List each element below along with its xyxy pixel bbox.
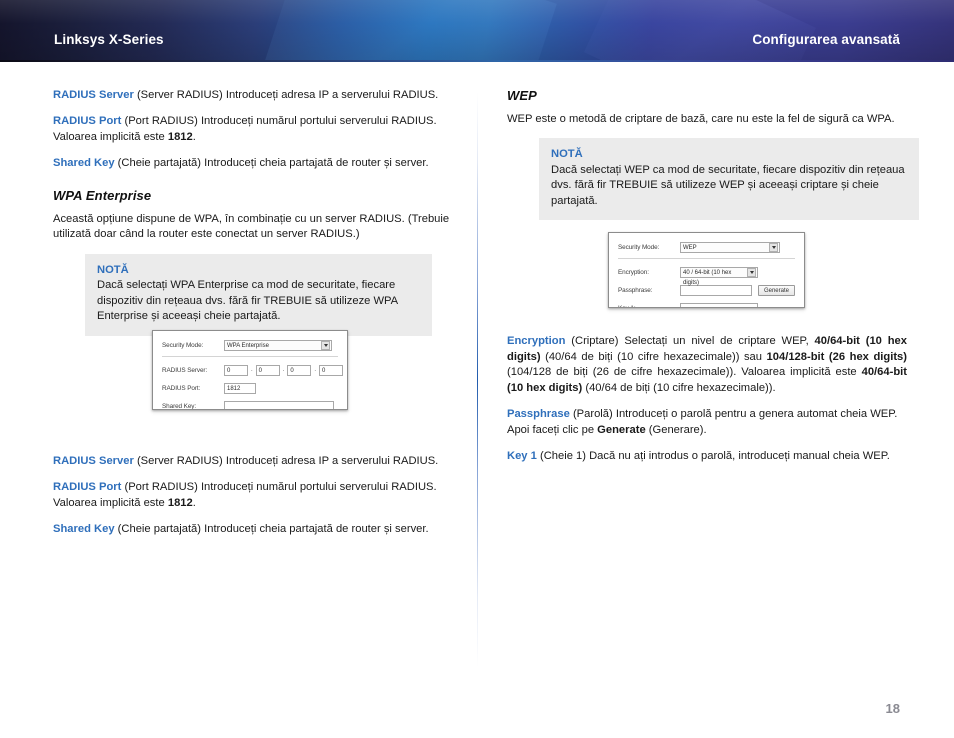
text-encryption-p3: (104/128 de biți (26 de cifre hexazecima… bbox=[507, 366, 862, 379]
screenshot-row-encryption: Encryption: 40 / 64-bit (10 hex digits) bbox=[618, 265, 795, 286]
screenshot-ip-octet-2[interactable]: 0 bbox=[255, 364, 280, 376]
product-title: Linksys X-Series bbox=[54, 32, 164, 47]
screenshot-select-encryption[interactable]: 40 / 64-bit (10 hex digits) bbox=[680, 266, 758, 286]
chevron-down-icon[interactable] bbox=[769, 242, 778, 252]
note-title: NOTĂ bbox=[551, 148, 583, 161]
term-radius-port: RADIUS Port bbox=[53, 115, 122, 128]
term-passphrase: Passphrase bbox=[507, 408, 570, 421]
header-bottom-rule bbox=[0, 60, 954, 62]
ip-dot-separator: . bbox=[282, 367, 285, 373]
paragraph-radius-port-2: RADIUS Port (Port RADIUS) Introduceți nu… bbox=[53, 480, 453, 511]
screenshot-label-security-mode: Security Mode: bbox=[162, 341, 204, 349]
paragraph-radius-server: RADIUS Server (Server RADIUS) Introduceț… bbox=[53, 88, 453, 103]
text-shared-key: (Cheie partajată) Introduceți cheia part… bbox=[117, 157, 429, 170]
paragraph-wep-desc: WEP este o metodă de criptare de bază, c… bbox=[507, 113, 895, 125]
paragraph-radius-server-2: RADIUS Server (Server RADIUS) Introduceț… bbox=[53, 454, 453, 469]
paragraph-encryption: Encryption (Criptare) Selectați un nivel… bbox=[507, 334, 907, 396]
screenshot-input-shared-key[interactable] bbox=[224, 400, 334, 409]
term-radius-port-2: RADIUS Port bbox=[53, 481, 122, 494]
header-sheen-decoration-2 bbox=[584, 0, 816, 62]
text-encryption-p1: (Criptare) Selectați un nivel de criptar… bbox=[571, 335, 815, 348]
paragraph-shared-key: Shared Key (Cheie partajată) Introduceți… bbox=[53, 156, 453, 171]
screenshot-row-passphrase: Passphrase: Generate bbox=[618, 283, 795, 297]
term-key1: Key 1 bbox=[507, 450, 537, 463]
page-header: Linksys X-Series Configurarea avansată bbox=[0, 0, 954, 62]
screenshot-row-radius-server: RADIUS Server: 0 . 0 . 0 . 0 bbox=[162, 363, 344, 377]
text-encryption-p2: (40/64 de biți (10 cifre hexazecimale)) … bbox=[540, 350, 767, 363]
screenshot-row-security-mode: Security Mode: WPA Enterprise bbox=[162, 338, 338, 352]
screenshot-wep-settings: Security Mode: WEP Encryption: 40 / 64-b… bbox=[608, 232, 805, 308]
paragraph-key1: Key 1 (Cheie 1) Dacă nu ați introdus o p… bbox=[507, 449, 907, 464]
note-title: NOTĂ bbox=[97, 263, 129, 276]
note-text: Dacă selectați WEP ca mod de securitate,… bbox=[551, 164, 905, 207]
screenshot-generate-button[interactable]: Generate bbox=[757, 284, 795, 296]
text-key1: (Cheie 1) Dacă nu ați introdus o parolă,… bbox=[539, 450, 890, 463]
value-radius-port-default: 1812 bbox=[167, 130, 193, 143]
text-encryption-p4: (40/64 de biți (10 cifre hexazecimale)). bbox=[582, 381, 776, 394]
screenshot-label-key1: Key 1: bbox=[618, 304, 636, 308]
screenshot-ip-octet-4[interactable]: 0 bbox=[319, 364, 344, 376]
paragraph-wpa-enterprise-desc: Această opțiune dispune de WPA, în combi… bbox=[53, 212, 450, 241]
paragraph-passphrase: Passphrase (Parolă) Introduceți o parolă… bbox=[507, 407, 907, 438]
text-radius-server: (Server RADIUS) Introduceți adresa IP a … bbox=[136, 89, 439, 101]
screenshot-label-passphrase: Passphrase: bbox=[618, 286, 653, 294]
chevron-down-icon[interactable] bbox=[747, 267, 756, 277]
text-radius-port-end-2: . bbox=[192, 496, 196, 509]
screenshot-input-radius-port[interactable]: 1812 bbox=[224, 382, 256, 394]
screenshot-label-shared-key: Shared Key: bbox=[162, 402, 197, 410]
screenshot-value-security-mode: WPA Enterprise bbox=[227, 342, 269, 349]
note-box-wpa-enterprise: NOTĂ Dacă selectați WPA Enterprise ca mo… bbox=[85, 253, 432, 336]
note-text: Dacă selectați WPA Enterprise ca mod de … bbox=[97, 279, 398, 323]
heading-wpa-enterprise: WPA Enterprise bbox=[53, 187, 152, 203]
text-radius-port-end: . bbox=[192, 130, 196, 143]
text-encryption-b2: 104/128-bit (26 hex digits) bbox=[766, 350, 908, 363]
ip-dot-separator: . bbox=[251, 367, 253, 373]
screenshot-input-key1[interactable] bbox=[680, 302, 758, 307]
screenshot-ip-input-group[interactable]: 0 . 0 . 0 . 0 bbox=[224, 364, 344, 376]
screenshot-row-security-mode: Security Mode: WEP bbox=[618, 240, 795, 254]
text-passphrase-b1: Generate bbox=[597, 423, 646, 436]
term-radius-server: RADIUS Server bbox=[53, 89, 134, 101]
term-shared-key: Shared Key bbox=[53, 157, 115, 170]
right-column: WEP WEP este o metodă de criptare de baz… bbox=[507, 88, 919, 476]
term-radius-server-2: RADIUS Server bbox=[53, 454, 134, 467]
screenshot-label-encryption: Encryption: bbox=[618, 268, 649, 276]
heading-wep: WEP bbox=[507, 88, 537, 103]
header-sheen-decoration bbox=[263, 0, 557, 62]
screenshot-label-security-mode: Security Mode: bbox=[618, 243, 660, 251]
note-box-wep: NOTĂ Dacă selectați WEP ca mod de securi… bbox=[539, 138, 919, 221]
text-passphrase-p2: (Generare). bbox=[645, 423, 707, 436]
text-shared-key-2: (Cheie partajată) Introduceți cheia part… bbox=[117, 523, 429, 535]
term-shared-key-2: Shared Key bbox=[53, 523, 115, 535]
screenshot-wpa-enterprise-settings: Security Mode: WPA Enterprise RADIUS Ser… bbox=[152, 330, 348, 410]
page-number: 18 bbox=[885, 701, 900, 716]
screenshot-row-radius-port: RADIUS Port: 1812 bbox=[162, 381, 338, 395]
text-radius-server-2: (Server RADIUS) Introduceți adresa IP a … bbox=[136, 454, 439, 467]
screenshot-select-security-mode[interactable]: WPA Enterprise bbox=[224, 339, 332, 351]
screenshot-ip-octet-3[interactable]: 0 bbox=[287, 364, 312, 376]
screenshot-value-security-mode: WEP bbox=[683, 244, 697, 251]
value-radius-port-default-2: 1812 bbox=[167, 496, 193, 509]
screenshot-ip-octet-1[interactable]: 0 bbox=[224, 364, 248, 376]
paragraph-radius-port: RADIUS Port (Port RADIUS) Introduceți nu… bbox=[53, 114, 453, 145]
chevron-down-icon[interactable] bbox=[321, 340, 330, 350]
screenshot-row-key1: Key 1: bbox=[618, 301, 795, 308]
screenshot-row-shared-key: Shared Key: bbox=[162, 399, 338, 410]
screenshot-select-security-mode[interactable]: WEP bbox=[680, 241, 780, 253]
screenshot-divider bbox=[162, 356, 338, 357]
term-encryption: Encryption bbox=[507, 335, 566, 348]
screenshot-label-radius-server: RADIUS Server: bbox=[162, 366, 208, 374]
section-title: Configurarea avansată bbox=[752, 32, 900, 47]
screenshot-divider bbox=[618, 258, 795, 259]
column-divider bbox=[477, 92, 478, 667]
screenshot-label-radius-port: RADIUS Port: bbox=[162, 384, 201, 392]
ip-dot-separator: . bbox=[314, 367, 317, 373]
left-column: RADIUS Server (Server RADIUS) Introduceț… bbox=[53, 88, 453, 548]
paragraph-shared-key-2: Shared Key (Cheie partajată) Introduceți… bbox=[53, 522, 453, 537]
